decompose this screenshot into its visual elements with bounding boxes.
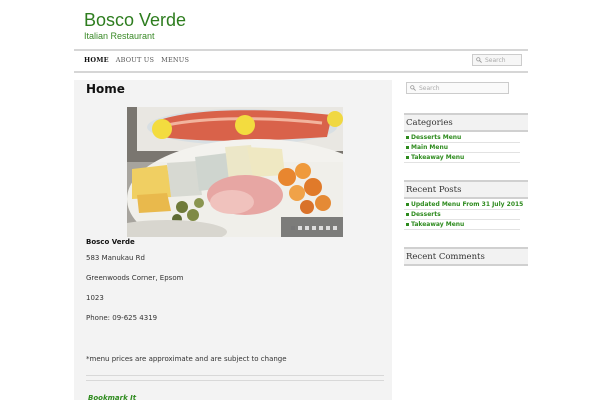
nav-item-about-us[interactable]: ABOUT US bbox=[116, 56, 154, 64]
recent-comments-title: Recent Comments bbox=[406, 252, 485, 262]
page-wrapper: Bosco Verde Italian Restaurant HOME ABOU… bbox=[74, 0, 528, 402]
list-item: Desserts Menu bbox=[404, 133, 520, 143]
list-item: Takeaway Menu bbox=[404, 153, 520, 163]
main-navigation: HOME ABOUT US MENUS Search bbox=[74, 49, 528, 73]
slider-dot[interactable] bbox=[312, 226, 316, 230]
bullet-icon bbox=[406, 156, 409, 159]
price-note: *menu prices are approximate and are sub… bbox=[86, 355, 287, 363]
nav-search-placeholder: Search bbox=[485, 57, 506, 64]
category-link[interactable]: Takeaway Menu bbox=[411, 154, 464, 161]
post-link[interactable]: Desserts bbox=[411, 211, 441, 218]
nav-item-home[interactable]: HOME bbox=[84, 56, 109, 64]
bullet-icon bbox=[406, 136, 409, 139]
page-title: Home bbox=[86, 82, 125, 96]
widget-title: Categories bbox=[404, 113, 528, 132]
slider-dot[interactable] bbox=[319, 226, 323, 230]
categories-title: Categories bbox=[406, 118, 453, 128]
list-item: Desserts bbox=[404, 210, 520, 220]
recent-posts-title: Recent Posts bbox=[406, 185, 462, 195]
list-item: Main Menu bbox=[404, 143, 520, 153]
postcode: 1023 bbox=[86, 294, 104, 302]
search-icon bbox=[476, 57, 482, 63]
slider-dot[interactable] bbox=[326, 226, 330, 230]
post-link[interactable]: Takeaway Menu bbox=[411, 221, 464, 228]
nav-search-input[interactable]: Search bbox=[472, 54, 522, 66]
category-link[interactable]: Desserts Menu bbox=[411, 134, 461, 141]
address-line-2: Greenwoods Corner, Epsom bbox=[86, 274, 184, 282]
slider-dot[interactable] bbox=[291, 226, 295, 230]
slider-dot[interactable] bbox=[333, 226, 337, 230]
slider-dot[interactable] bbox=[298, 226, 302, 230]
category-link[interactable]: Main Menu bbox=[411, 144, 448, 151]
phone-number: Phone: 09-625 4319 bbox=[86, 314, 158, 322]
sidebar-search-input[interactable]: Search bbox=[406, 82, 509, 94]
image-slider[interactable] bbox=[127, 107, 343, 237]
post-link[interactable]: Updated Menu From 31 July 2015 bbox=[411, 201, 523, 208]
widget-title: Recent Comments bbox=[404, 247, 528, 266]
site-title[interactable]: Bosco Verde bbox=[84, 10, 186, 31]
content-divider bbox=[86, 380, 384, 381]
bullet-icon bbox=[406, 213, 409, 216]
bookmark-link[interactable]: Bookmark It bbox=[88, 394, 136, 402]
address-line-1: 583 Manukau Rd bbox=[86, 254, 145, 262]
slider-pagination-bar bbox=[281, 217, 343, 237]
site-tagline: Italian Restaurant bbox=[84, 31, 155, 41]
search-icon bbox=[410, 85, 416, 91]
sidebar-search-placeholder: Search bbox=[419, 85, 440, 92]
bullet-icon bbox=[406, 146, 409, 149]
list-item: Takeaway Menu bbox=[404, 220, 520, 230]
nav-item-menus[interactable]: MENUS bbox=[161, 56, 189, 64]
widget-title: Recent Posts bbox=[404, 180, 528, 199]
list-item: Updated Menu From 31 July 2015 bbox=[404, 200, 523, 210]
slider-dot[interactable] bbox=[305, 226, 309, 230]
bullet-icon bbox=[406, 223, 409, 226]
content-divider bbox=[86, 375, 384, 376]
main-content: Home Bosco Verde 583 Manukau Rd Greenwoo… bbox=[74, 80, 392, 402]
business-name: Bosco Verde bbox=[86, 238, 135, 246]
bullet-icon bbox=[406, 203, 409, 206]
